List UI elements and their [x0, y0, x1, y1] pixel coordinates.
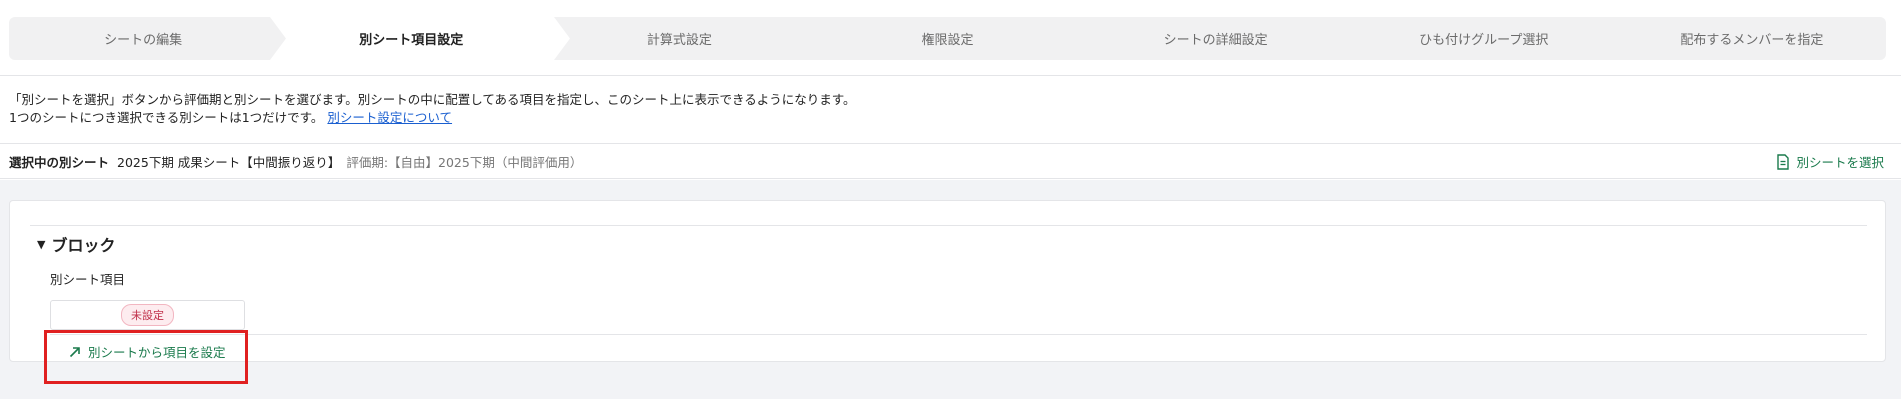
set-item-from-other-sheet-button[interactable]: 別シートから項目を設定 — [68, 342, 226, 361]
description-line2: 1つのシートにつき選択できる別シートは1つだけです。 別シート設定について — [9, 109, 856, 127]
document-icon — [1777, 153, 1790, 170]
step-label: 権限設定 — [921, 33, 974, 48]
step-other-sheet-items[interactable]: 別シート項目設定 — [277, 17, 545, 60]
select-sheet-button[interactable]: 別シートを選択 — [1776, 152, 1884, 171]
help-link[interactable]: 別シート設定について — [327, 110, 452, 125]
selected-sheet-name: 2025下期 成果シート【中間振り返り】 — [117, 154, 341, 170]
field-label: 別シート項目 — [50, 272, 126, 287]
step-edit-sheet[interactable]: シートの編集 — [9, 17, 277, 60]
selected-sheet-label: 選択中の別シート — [9, 154, 110, 170]
status-badge: 未設定 — [121, 304, 174, 326]
block-toggle[interactable]: ▼ ブロック — [37, 232, 115, 256]
triangle-down-icon: ▼ — [37, 237, 46, 251]
divider — [30, 225, 1867, 226]
step-label: 計算式設定 — [646, 33, 712, 48]
field-value-box: 未設定 — [50, 300, 245, 330]
step-permissions[interactable]: 権限設定 — [813, 17, 1081, 60]
step-label: 配布するメンバーを指定 — [1680, 33, 1824, 48]
content-area: ▼ ブロック 別シート項目 未設定 別シートから項目を設定 — [0, 180, 1901, 399]
arrow-up-right-icon — [69, 346, 80, 357]
description: 「別シートを選択」ボタンから評価期と別シートを選びます。別シートの中に配置してあ… — [9, 91, 856, 127]
stepper-bar: シートの編集 別シート項目設定 計算式設定 権限設定 シートの詳細設定 ひも付け… — [0, 0, 1901, 76]
set-link-label: 別シートから項目を設定 — [88, 345, 226, 360]
selected-sheet-bar: 選択中の別シート 2025下期 成果シート【中間振り返り】 評価期:【自由】20… — [0, 143, 1901, 179]
selected-sheet-period: 評価期:【自由】2025下期（中間評価用） — [346, 154, 583, 170]
step-sheet-details[interactable]: シートの詳細設定 — [1082, 17, 1350, 60]
step-label: シートの編集 — [104, 33, 183, 48]
stepper: シートの編集 別シート項目設定 計算式設定 権限設定 シートの詳細設定 ひも付け… — [9, 17, 1886, 60]
step-label: シートの詳細設定 — [1163, 33, 1268, 48]
step-link-group[interactable]: ひも付けグループ選択 — [1350, 17, 1618, 60]
divider — [50, 334, 1867, 335]
description-text: 1つのシートにつき選択できる別シートは1つだけです。 — [9, 110, 324, 125]
description-line1: 「別シートを選択」ボタンから評価期と別シートを選びます。別シートの中に配置してあ… — [9, 92, 856, 107]
step-label: ひも付けグループ選択 — [1419, 33, 1549, 48]
select-sheet-label: 別シートを選択 — [1796, 155, 1884, 170]
step-distribute-members[interactable]: 配布するメンバーを指定 — [1618, 17, 1886, 60]
block-title: ブロック — [51, 236, 116, 255]
block-card: ▼ ブロック 別シート項目 未設定 別シートから項目を設定 — [9, 200, 1886, 362]
step-label: 別シート項目設定 — [359, 33, 464, 48]
step-formula[interactable]: 計算式設定 — [545, 17, 813, 60]
